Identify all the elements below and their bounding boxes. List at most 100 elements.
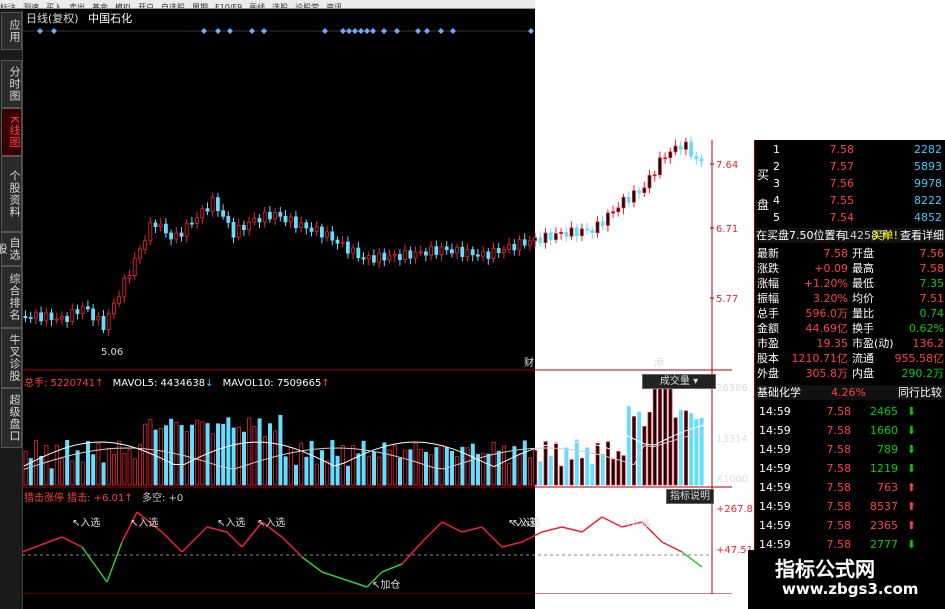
volume-bar: [647, 411, 652, 486]
volume-bar: [626, 406, 631, 486]
menu-item-10[interactable]: 画线: [249, 3, 265, 9]
volume-bar: [309, 440, 314, 486]
side-tab-7[interactable]: 超级盘口: [1, 388, 22, 448]
volume-axis-label-0: 26386: [716, 383, 748, 394]
volume-bar: [319, 450, 324, 486]
menu-item-13[interactable]: 资讯: [326, 3, 342, 9]
candle-body: [408, 250, 413, 259]
candle-body: [351, 247, 356, 254]
candle-body: [387, 255, 392, 261]
volume-bar: [200, 421, 205, 486]
quote-value-right: 0.62%: [909, 322, 944, 335]
indicator-help-button[interactable]: 指标说明: [666, 489, 714, 504]
volume-bar: [304, 456, 309, 486]
volume-bar: [148, 418, 153, 486]
side-tab-bar: 应用分时图 K线图 个股资料 自选股 综合排名 牛叉诊股 超级盘口: [0, 10, 23, 609]
tick-row: 14:59 7.58 1660 ⬇: [755, 423, 945, 438]
candle-body: [148, 222, 153, 242]
volume-bar: [507, 462, 512, 486]
volume-bar: [574, 439, 579, 486]
volume-bar: [273, 430, 278, 486]
tick-price: 7.58: [826, 481, 852, 494]
info-link[interactable]: 查看详细: [900, 228, 944, 243]
candle-body: [205, 208, 210, 212]
volume-bar: [231, 427, 236, 486]
candle-body: [278, 212, 283, 217]
indicator-kongduo: 多空: +0: [141, 493, 184, 504]
tick-volume: 8537: [870, 500, 898, 513]
menu-item-4[interactable]: 基金: [92, 3, 108, 9]
volume-bar: [616, 451, 621, 486]
candle-body: [153, 222, 158, 227]
volume-bar: [106, 447, 111, 486]
volume-bar: [444, 447, 449, 486]
candle-body: [200, 208, 205, 219]
industry-compare-button[interactable]: 同行比较: [898, 385, 942, 400]
side-tab-2[interactable]: K线图: [1, 108, 22, 156]
quote-key-left: 总手: [757, 307, 779, 320]
indicator-curve-segment: [441, 521, 463, 533]
menu-item-12[interactable]: 论股堂: [295, 3, 319, 9]
volume-bar: [314, 463, 319, 486]
tick-price: 7.58: [826, 500, 852, 513]
indicator-marker-2: ↖入选: [217, 516, 245, 529]
indicator-curve-segment: [541, 526, 563, 533]
indicator-header: 猎击涨停 猎击: +6.01↑ 多空: +0: [24, 493, 184, 504]
quote-key-left: 金额: [757, 322, 779, 335]
side-tab-6[interactable]: 牛叉诊股: [1, 328, 22, 388]
menu-item-7[interactable]: 自选股: [161, 3, 185, 9]
price-axis-label-0: 7.64: [716, 160, 738, 171]
menu-item-0[interactable]: 标注: [0, 3, 16, 9]
volume-bar: [418, 448, 423, 486]
menu-item-2[interactable]: 买入: [46, 3, 62, 9]
menu-item-3[interactable]: 卖出: [69, 3, 85, 9]
signal-diamond-19: [450, 28, 456, 34]
candle-body: [122, 277, 127, 298]
volume-bar: [293, 464, 298, 486]
candle-body: [221, 210, 226, 217]
event-label-cai: 财: [524, 356, 534, 369]
volume-bar: [371, 451, 376, 486]
menu-item-6[interactable]: 开户: [138, 3, 154, 9]
volume-bar: [689, 413, 694, 486]
volume-bar: [210, 433, 215, 486]
candle-body: [80, 306, 85, 314]
menu-item-5[interactable]: 模拟: [115, 3, 131, 9]
quote-value-left: 1210.71亿: [791, 352, 849, 365]
side-tab-0[interactable]: 应用: [1, 12, 22, 50]
candle-body: [403, 250, 408, 260]
menu-item-8[interactable]: 周期: [192, 3, 208, 9]
quote-key-right: 市盈(动): [852, 337, 894, 350]
side-tab-5[interactable]: 综合排名: [1, 266, 22, 328]
candle-body: [356, 247, 361, 259]
side-tab-1[interactable]: 分时图: [1, 60, 22, 108]
signal-diamond-6: [261, 28, 267, 34]
candle-body: [189, 222, 194, 225]
volume-bar: [559, 465, 564, 486]
menu-item-11[interactable]: 选股: [272, 3, 288, 9]
candle-body: [143, 240, 147, 250]
signal-diamond-18: [438, 28, 444, 34]
menu-item-9[interactable]: F10/F9: [215, 3, 242, 9]
volume-bar: [153, 429, 158, 486]
candle-body: [600, 221, 605, 226]
candle-body: [512, 243, 517, 251]
indicator-curve-segment: [661, 541, 683, 553]
quote-value-left: 3.20%: [813, 292, 848, 305]
side-tab-3[interactable]: 个股资料: [1, 156, 22, 232]
candle-body: [262, 211, 267, 223]
candle-body: [673, 145, 678, 153]
side-tab-4[interactable]: 自选股: [0, 232, 22, 266]
candle-body: [70, 309, 75, 322]
kline-chart[interactable]: 7.646.715.775.06财 添2638613314X1000+267.8+…: [22, 22, 754, 594]
order-book-row: 4 7.55 8222: [755, 193, 945, 208]
indicator-dropdown[interactable]: 成交量 ▾: [642, 374, 716, 389]
menu-item-1[interactable]: 测速: [23, 3, 39, 9]
order-level: 3: [773, 177, 780, 190]
tick-time: 14:59: [759, 405, 791, 418]
quote-row: 金额 44.69亿 换手 0.62%: [755, 321, 945, 336]
candle-body: [96, 316, 101, 321]
volume-bar: [257, 418, 262, 486]
quote-row: 股本 1210.71亿 流通 955.58亿: [755, 351, 945, 366]
volume-header: 总手: 5220741↑ MAVOL5: 4434638↓ MAVOL10: 7…: [24, 378, 330, 389]
